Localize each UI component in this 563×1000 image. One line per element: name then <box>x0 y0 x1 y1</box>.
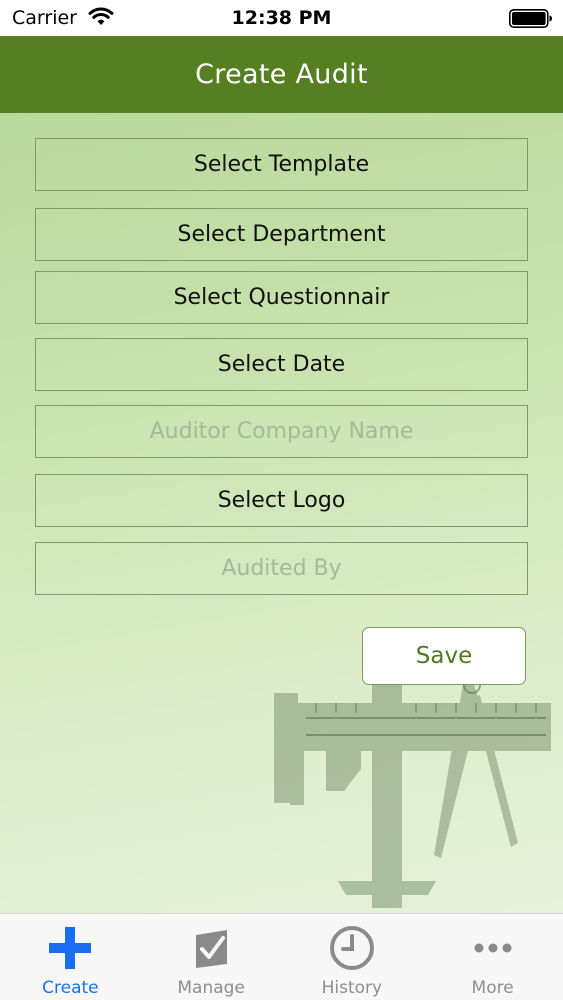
select-logo-label: Select Logo <box>217 488 346 513</box>
select-questionnaire-label: Select Questionnair <box>173 285 390 310</box>
select-date-button[interactable]: Select Date <box>35 338 528 391</box>
select-questionnaire-button[interactable]: Select Questionnair <box>35 271 528 324</box>
tab-more[interactable]: More <box>422 914 563 1000</box>
status-bar: Carrier 12:38 PM <box>0 0 563 36</box>
audited-by-placeholder: Audited By <box>221 556 342 581</box>
status-time: 12:38 PM <box>231 7 332 29</box>
save-button-label: Save <box>415 643 473 669</box>
more-dots-icon <box>474 943 512 953</box>
tab-more-label: More <box>471 978 514 998</box>
select-department-label: Select Department <box>177 222 386 247</box>
tab-bar: Create Manage History More <box>0 913 563 1000</box>
checkbox-icon <box>196 930 228 968</box>
tab-create-label: Create <box>42 978 99 998</box>
select-template-button[interactable]: Select Template <box>35 138 528 191</box>
battery-icon <box>509 9 552 28</box>
tab-history[interactable]: History <box>282 914 423 1000</box>
audited-by-input[interactable]: Audited By <box>35 542 528 595</box>
save-button[interactable]: Save <box>362 627 526 685</box>
auditor-company-name-input[interactable]: Auditor Company Name <box>35 405 528 458</box>
tab-manage[interactable]: Manage <box>141 914 282 1000</box>
select-template-label: Select Template <box>193 152 370 177</box>
create-audit-form: Select Template Select Department Select… <box>0 113 563 913</box>
page-title: Create Audit <box>195 59 368 90</box>
drafting-tools-illustration <box>274 676 551 908</box>
screen: Carrier 12:38 PM Create Audit Select Tem… <box>0 0 563 1000</box>
select-logo-button[interactable]: Select Logo <box>35 474 528 527</box>
plus-icon <box>49 927 92 969</box>
select-department-button[interactable]: Select Department <box>35 208 528 261</box>
tab-create[interactable]: Create <box>0 914 141 1000</box>
select-date-label: Select Date <box>217 352 346 377</box>
clock-icon <box>329 926 374 970</box>
auditor-company-name-placeholder: Auditor Company Name <box>149 419 414 444</box>
tab-history-label: History <box>321 978 383 998</box>
tab-manage-label: Manage <box>177 978 245 998</box>
navigation-bar: Create Audit <box>0 36 563 113</box>
